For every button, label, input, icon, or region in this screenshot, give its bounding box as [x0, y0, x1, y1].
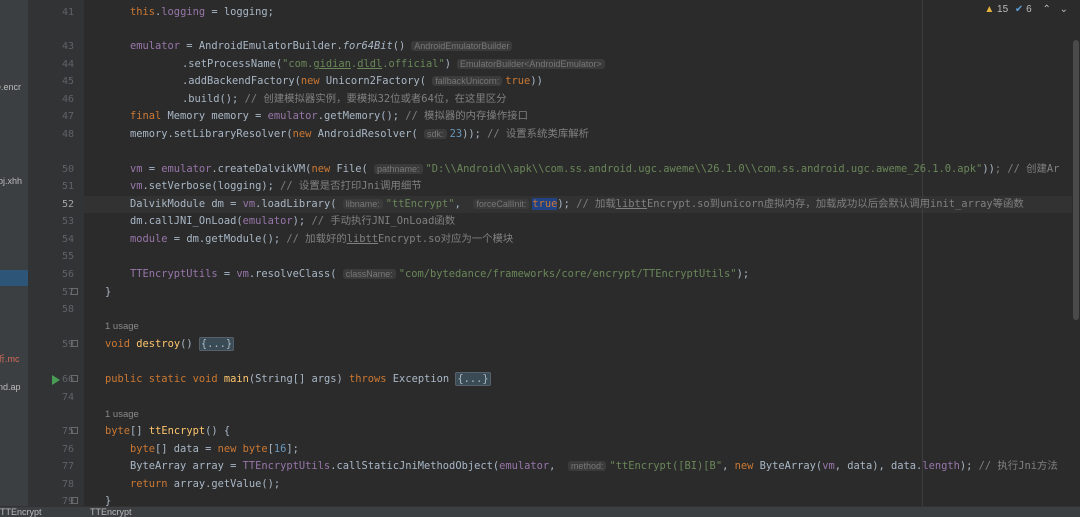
- code-line: }: [105, 286, 112, 298]
- code-line: this.logging = logging;: [130, 6, 274, 18]
- line-number: 54: [61, 234, 74, 245]
- line-number: 45: [61, 76, 74, 87]
- line-number: 55: [61, 251, 74, 262]
- run-icon[interactable]: [52, 375, 60, 385]
- parameter-hint: className:: [342, 269, 396, 279]
- fold-expand-icon[interactable]: [71, 375, 78, 382]
- line-number-current: 52: [61, 199, 74, 210]
- code-line: final Memory memory = emulator.getMemory…: [130, 110, 528, 122]
- folded-block[interactable]: {...}: [198, 337, 235, 351]
- parameter-hint: method:: [567, 461, 607, 471]
- code-line: module = dm.getModule(); // 加载好的libttEnc…: [130, 233, 514, 245]
- line-number: 57: [61, 287, 74, 298]
- type-hint: AndroidEmulatorBuilder: [411, 41, 513, 51]
- line-number: 74: [61, 392, 74, 403]
- project-item[interactable]: bj.xhh: [0, 176, 22, 186]
- code-editor[interactable]: this.logging = logging; emulator = Andro…: [84, 0, 1072, 506]
- code-line: .setProcessName("com.gidian.dldl.officia…: [84, 56, 1072, 73]
- line-number: 66: [61, 374, 74, 385]
- parameter-hint: libname:: [342, 199, 383, 209]
- code-line: memory.setLibraryResolver(new AndroidRes…: [130, 128, 590, 140]
- selected-project-item[interactable]: [0, 270, 28, 286]
- parameter-hint: sdk:: [424, 129, 447, 139]
- code-line: dm.callJNI_OnLoad(emulator); // 手动执行JNI_…: [130, 215, 456, 227]
- vertical-scrollbar[interactable]: [1072, 0, 1080, 506]
- scrollbar-thumb[interactable]: [1073, 40, 1079, 320]
- fold-end-icon[interactable]: [71, 497, 78, 504]
- line-number: 44: [61, 59, 74, 70]
- line-number: 56: [61, 269, 74, 280]
- line-number: 76: [61, 444, 74, 455]
- editor-tab-bar: TTEncrypt TTEncrypt: [0, 506, 1080, 517]
- check-icon: ✔: [1014, 4, 1024, 15]
- usage-hint[interactable]: 1 usage: [84, 406, 1072, 423]
- parameter-hint: fallbackUnicorn:: [432, 76, 503, 86]
- line-number: 50: [61, 164, 74, 175]
- check-count: 6: [1026, 4, 1032, 15]
- code-line: .addBackendFactory(new Unicorn2Factory( …: [182, 75, 543, 87]
- warning-icon: ▲: [984, 4, 995, 15]
- code-line: vm.setVerbose(logging); // 设置是否打印Jni调用细节: [130, 180, 422, 192]
- project-panel: e.encr bj.xhh 析.mc nd.ap: [0, 0, 28, 506]
- fold-end-icon[interactable]: [71, 288, 78, 295]
- code-line: byte[] ttEncrypt() {: [105, 425, 231, 437]
- project-item[interactable]: 析.mc: [0, 352, 20, 365]
- code-line: .build(); // 创建模拟器实例，要模拟32位或者64位，在这里区分: [182, 93, 507, 105]
- code-line: ByteArray array = TTEncryptUtils.callSta…: [130, 460, 1058, 472]
- parameter-hint: pathname:: [374, 164, 423, 174]
- chevron-up-icon[interactable]: ⌃: [1042, 4, 1050, 15]
- code-line: vm = emulator.createDalvikVM(new File( p…: [130, 163, 1060, 175]
- line-number: 41: [61, 7, 74, 18]
- folded-block[interactable]: {...}: [455, 372, 491, 386]
- fold-start-icon[interactable]: [71, 427, 78, 434]
- code-line: return array.getValue();: [130, 478, 281, 490]
- usage-hint[interactable]: 1 usage: [84, 318, 1072, 335]
- code-line: void destroy() {...}: [105, 337, 235, 351]
- line-number: 43: [61, 41, 74, 52]
- project-item[interactable]: nd.ap: [0, 382, 21, 392]
- code-line-current: DalvikModule dm = vm.loadLibrary( libnam…: [130, 198, 1024, 210]
- chevron-down-icon[interactable]: ⌄: [1060, 4, 1068, 15]
- parameter-hint: forceCallInit:: [473, 199, 530, 209]
- project-item[interactable]: e.encr: [0, 82, 21, 92]
- line-number: 53: [61, 216, 74, 227]
- fold-expand-icon[interactable]: [71, 340, 78, 347]
- line-number: 48: [61, 129, 74, 140]
- line-number: 46: [61, 94, 74, 105]
- warning-count: 15: [997, 4, 1009, 15]
- code-line: TTEncryptUtils = vm.resolveClass( classN…: [130, 268, 750, 280]
- line-number: 58: [61, 304, 74, 315]
- line-number: 75: [61, 426, 74, 437]
- inspection-badges[interactable]: ▲ 15 ✔ 6 ⌃ ⌄: [984, 4, 1068, 15]
- code-line: public static void main(String[] args) t…: [105, 372, 491, 386]
- code-line: emulator = AndroidEmulatorBuilder.for64B…: [84, 38, 1072, 55]
- type-hint: EmulatorBuilder<AndroidEmulator>: [457, 59, 605, 69]
- line-number: 78: [61, 479, 74, 490]
- line-number: 59: [61, 339, 74, 350]
- line-number: 77: [61, 461, 74, 472]
- code-line: byte[] data = new byte[16];: [130, 443, 299, 455]
- line-number: 47: [61, 111, 74, 122]
- editor-gutter: 41 43 44 45 46 47 48 50 51 52 53 54 55 5…: [28, 0, 84, 507]
- code-line: }: [105, 495, 112, 506]
- line-number: 51: [61, 181, 74, 192]
